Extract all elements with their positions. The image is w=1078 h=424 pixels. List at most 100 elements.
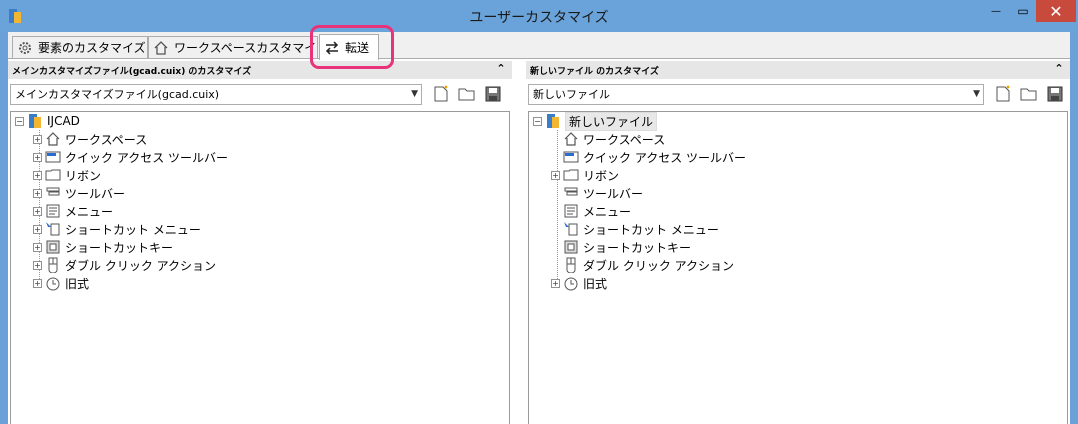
- minimize-button[interactable]: —: [982, 0, 1010, 22]
- tree-item-double-click[interactable]: ダブル クリック アクション: [551, 256, 734, 274]
- workspace-home-icon: [45, 131, 61, 147]
- save-icon: [1047, 86, 1063, 102]
- tab-label: 転送: [345, 41, 370, 55]
- new-file-icon: [996, 85, 1010, 102]
- right-panel: 新しいファイル のカスタマイズ ⌃ 新しいファイル ▼ − 新しいファイル ワー…: [526, 59, 1070, 424]
- left-file-combo[interactable]: メインカスタマイズファイル(gcad.cuix) ▼: [10, 84, 422, 105]
- ribbon-icon: [45, 167, 61, 183]
- tree-item-label: ショートカット メニュー: [583, 222, 719, 237]
- panel-header-label: メインカスタマイズファイル(gcad.cuix) のカスタマイズ: [12, 66, 252, 77]
- cui-file-icon: [545, 113, 561, 129]
- home-icon: [153, 40, 169, 56]
- gear-icon: [17, 40, 33, 56]
- right-panel-header: 新しいファイル のカスタマイズ ⌃: [526, 61, 1070, 79]
- tree-item-toolbar[interactable]: ツールバー: [551, 184, 643, 202]
- tree-item-qat[interactable]: + クイック アクセス ツールバー: [33, 148, 228, 166]
- tree-item-legacy[interactable]: + 旧式: [33, 274, 89, 292]
- tab-label: ワークスペースカスタマイズ: [174, 41, 318, 55]
- menu-icon: [563, 203, 579, 219]
- save-file-button[interactable]: [1044, 83, 1066, 105]
- tree-item-shortcut-menu[interactable]: + ショートカット メニュー: [33, 220, 201, 238]
- tree-item-shortcut-menu[interactable]: ショートカット メニュー: [551, 220, 719, 238]
- cui-file-icon: [27, 113, 43, 129]
- combo-value: 新しいファイル: [533, 88, 610, 101]
- tree-item-label: ワークスペース: [65, 132, 148, 147]
- tree-item-label: ショートカット メニュー: [65, 222, 201, 237]
- customize-window: ユーザーカスタマイズ — ▭ ✕ 要素のカスタマイズ ワークスペースカスタマイズ: [0, 0, 1078, 424]
- open-folder-icon: [458, 88, 475, 101]
- tree-item-workspace[interactable]: ワークスペース: [551, 130, 665, 148]
- tree-item-legacy[interactable]: + 旧式: [551, 274, 607, 292]
- tree-item-menu[interactable]: + メニュー: [33, 202, 113, 220]
- tree-item-label: メニュー: [583, 204, 632, 219]
- tree-item-label: ショートカットキー: [65, 240, 174, 255]
- tree-item-workspace[interactable]: + ワークスペース: [33, 130, 147, 148]
- tree-item-label: ツールバー: [583, 186, 644, 201]
- save-icon: [485, 86, 501, 102]
- dialog-client: 要素のカスタマイズ ワークスペースカスタマイズ 転送 メインカスタマイズファイル: [8, 25, 1070, 424]
- expand-node-icon[interactable]: +: [33, 242, 42, 252]
- close-button[interactable]: ✕: [1036, 0, 1076, 22]
- tree-root[interactable]: − 新しいファイル: [533, 111, 658, 131]
- workspace-home-icon: [563, 131, 579, 147]
- tab-workspace-customize[interactable]: ワークスペースカスタマイズ: [148, 36, 318, 58]
- new-file-button[interactable]: [992, 83, 1014, 105]
- expand-node-icon[interactable]: +: [33, 224, 42, 234]
- menu-icon: [45, 203, 61, 219]
- expand-node-icon[interactable]: +: [33, 206, 42, 216]
- legacy-clock-icon: [563, 275, 579, 291]
- left-tree-view[interactable]: − IJCAD + ワークスペース + クイック アクセス ツールバー + リボ…: [10, 111, 510, 424]
- tree-item-ribbon[interactable]: + リボン: [551, 166, 619, 184]
- tree-item-shortcut-key[interactable]: ショートカットキー: [551, 238, 691, 256]
- tree-item-label: ワークスペース: [583, 132, 666, 147]
- tree-item-qat[interactable]: クイック アクセス ツールバー: [551, 148, 746, 166]
- tab-element-customize[interactable]: 要素のカスタマイズ: [12, 36, 148, 58]
- right-file-combo[interactable]: 新しいファイル ▼: [528, 84, 984, 105]
- tree-item-toolbar[interactable]: + ツールバー: [33, 184, 125, 202]
- tree-item-double-click[interactable]: + ダブル クリック アクション: [33, 256, 216, 274]
- expand-node-icon[interactable]: +: [33, 260, 42, 270]
- expand-node-icon[interactable]: +: [551, 278, 560, 288]
- tree-root[interactable]: − IJCAD: [15, 112, 80, 130]
- double-click-icon: [45, 257, 61, 273]
- title-bar: ユーザーカスタマイズ — ▭ ✕: [0, 0, 1078, 32]
- right-tree-view[interactable]: − 新しいファイル ワークスペース クイック アクセス ツールバー + リボン …: [528, 111, 1068, 424]
- save-file-button[interactable]: [482, 83, 504, 105]
- tree-root-label: IJCAD: [47, 114, 80, 128]
- chevron-down-icon: ▼: [411, 89, 418, 99]
- tree-item-menu[interactable]: メニュー: [551, 202, 631, 220]
- tree-item-label: クイック アクセス ツールバー: [65, 150, 229, 165]
- new-file-button[interactable]: [430, 83, 452, 105]
- tree-item-label: ショートカットキー: [583, 240, 692, 255]
- transfer-content: メインカスタマイズファイル(gcad.cuix) のカスタマイズ ⌃ メインカス…: [8, 58, 1070, 424]
- tree-item-label: リボン: [583, 168, 620, 183]
- tree-item-label: ツールバー: [65, 186, 126, 201]
- tree-item-shortcut-key[interactable]: + ショートカットキー: [33, 238, 173, 256]
- tree-item-label: リボン: [65, 168, 102, 183]
- expand-node-icon[interactable]: +: [33, 278, 42, 288]
- open-file-button[interactable]: [456, 83, 478, 105]
- expand-node-icon[interactable]: +: [33, 170, 42, 180]
- tree-item-label: メニュー: [65, 204, 114, 219]
- collapse-node-icon[interactable]: −: [533, 116, 542, 126]
- expand-node-icon[interactable]: +: [33, 152, 42, 162]
- expand-node-icon[interactable]: +: [33, 188, 42, 198]
- legacy-clock-icon: [45, 275, 61, 291]
- collapse-icon[interactable]: ⌃: [1052, 62, 1066, 76]
- chevron-down-icon: ▼: [973, 89, 980, 99]
- tab-strip: 要素のカスタマイズ ワークスペースカスタマイズ 転送: [8, 25, 1070, 69]
- collapse-icon[interactable]: ⌃: [494, 62, 508, 76]
- left-panel-header: メインカスタマイズファイル(gcad.cuix) のカスタマイズ ⌃: [8, 61, 512, 79]
- open-file-button[interactable]: [1018, 83, 1040, 105]
- tree-item-ribbon[interactable]: + リボン: [33, 166, 101, 184]
- collapse-node-icon[interactable]: −: [15, 116, 24, 126]
- transfer-arrows-icon: [324, 40, 340, 56]
- maximize-button[interactable]: ▭: [1010, 0, 1036, 22]
- expand-node-icon[interactable]: +: [551, 170, 560, 180]
- toolbar-icon: [45, 185, 61, 201]
- shortcut-menu-icon: [45, 221, 61, 237]
- expand-node-icon[interactable]: +: [33, 134, 42, 144]
- tab-transfer[interactable]: 転送: [319, 34, 379, 60]
- tree-item-label: クイック アクセス ツールバー: [583, 150, 747, 165]
- tree-root-label: 新しいファイル: [565, 111, 658, 131]
